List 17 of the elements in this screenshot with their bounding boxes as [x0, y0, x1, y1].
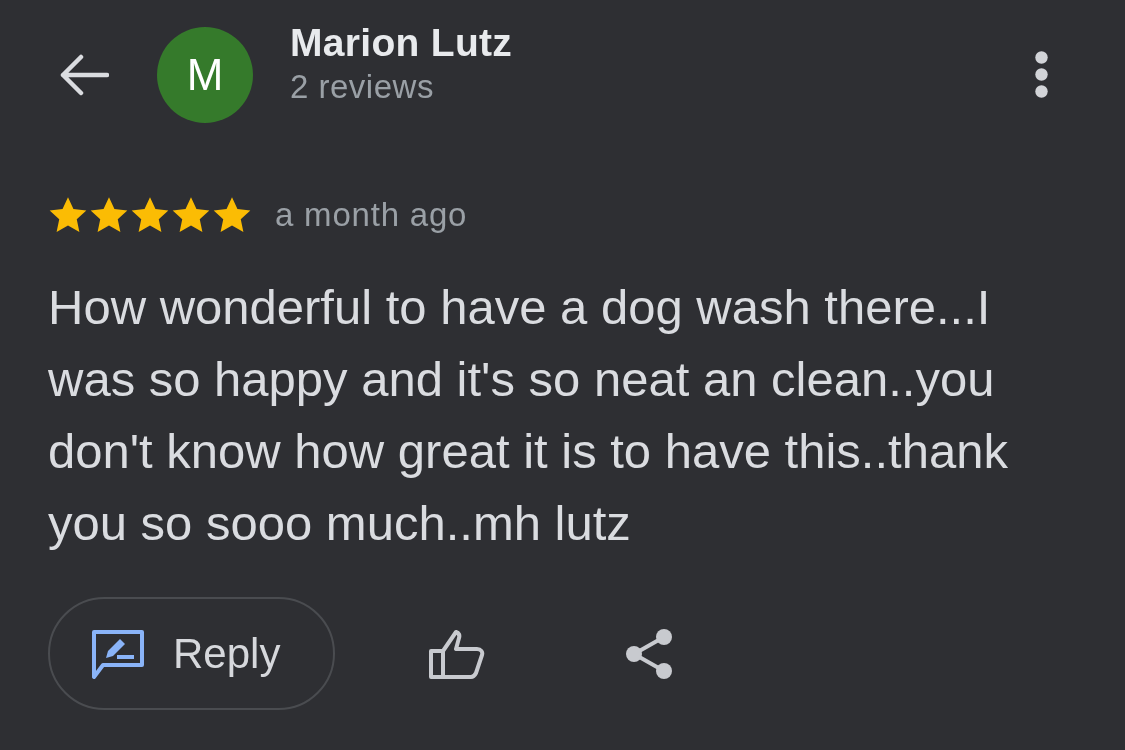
- star-icon: [48, 196, 88, 234]
- more-options-icon: [1034, 50, 1048, 98]
- reviewer-name: Marion Lutz: [290, 19, 513, 66]
- review-count: 2 reviews: [290, 67, 435, 106]
- share-icon: [625, 627, 673, 680]
- avatar: M: [157, 27, 253, 123]
- star-icon: [130, 196, 170, 234]
- star-icon: [212, 196, 252, 234]
- thumbs-up-icon: [429, 628, 485, 679]
- share-button[interactable]: [623, 626, 675, 681]
- star-icon: [171, 196, 211, 234]
- reply-button[interactable]: Reply: [48, 597, 335, 710]
- back-arrow-icon: [59, 54, 109, 96]
- review-time: a month ago: [275, 196, 468, 234]
- star-icon: [89, 196, 129, 234]
- review-text: How wonderful to have a dog wash there...I was so happy and it's so neat an clean..you don't know how great it is to have this..thank you so sooo much..mh lutz: [47, 279, 1009, 552]
- reply-icon: [92, 628, 144, 679]
